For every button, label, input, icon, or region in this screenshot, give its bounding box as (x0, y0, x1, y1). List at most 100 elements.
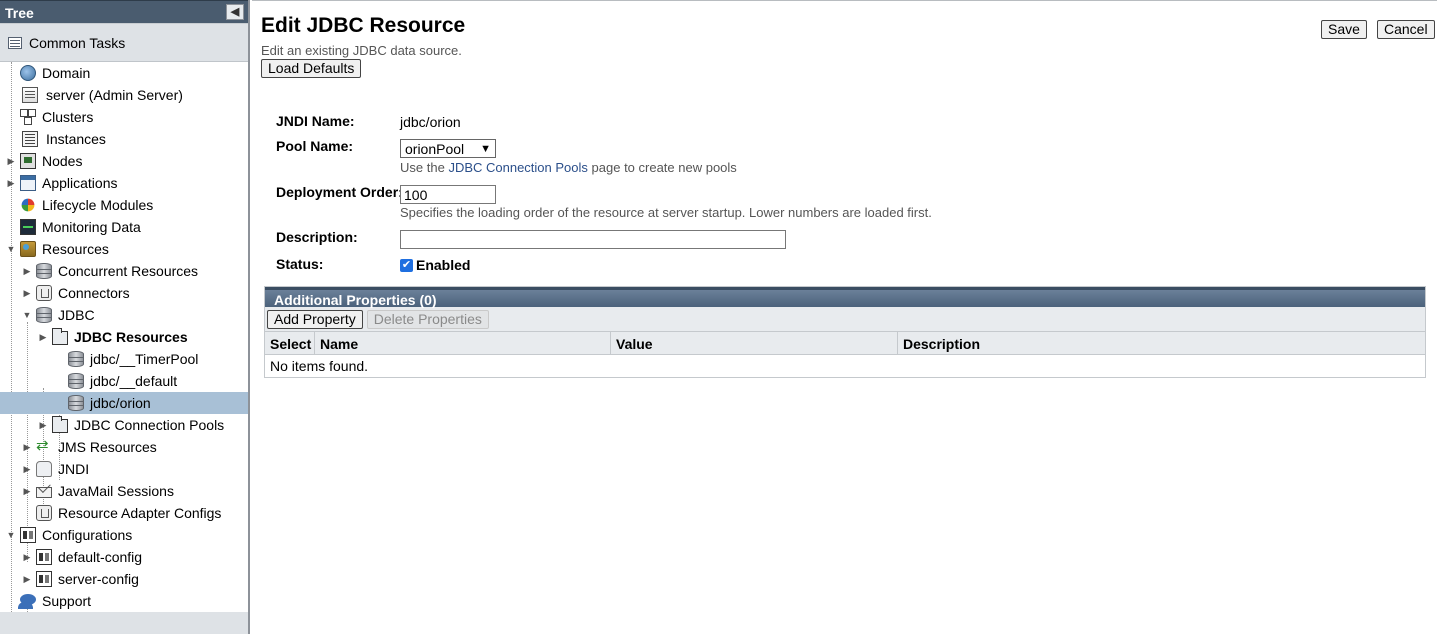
enabled-label: Enabled (416, 257, 471, 273)
mail-icon (36, 487, 52, 498)
cancel-button[interactable]: Cancel (1377, 20, 1435, 39)
resources-icon (20, 241, 36, 257)
tree-node-domain[interactable]: Domain (0, 62, 248, 84)
tree-node-server-config[interactable]: ▶ server-config (0, 568, 248, 590)
expand-icon[interactable]: ▶ (22, 574, 32, 585)
connector-icon (36, 505, 52, 521)
tree-node-instances[interactable]: Instances (0, 128, 248, 150)
expand-icon[interactable]: ▶ (38, 420, 48, 431)
collapse-icon[interactable]: ▼ (6, 530, 16, 540)
tree-node-default-config[interactable]: ▶ default-config (0, 546, 248, 568)
jms-icon (36, 436, 52, 455)
jndi-name-label: JNDI Name: (276, 113, 355, 129)
tree-node-label[interactable]: Monitoring Data (42, 219, 141, 235)
tree-node-label[interactable]: Instances (46, 131, 106, 147)
tree-node-label[interactable]: Nodes (42, 153, 82, 169)
tree-node-concurrent-resources[interactable]: ▶ Concurrent Resources (0, 260, 248, 282)
expand-icon[interactable]: ▶ (38, 332, 48, 343)
tree-node-label[interactable]: Connectors (58, 285, 130, 301)
column-header-description[interactable]: Description (898, 332, 1425, 354)
tree-node-clusters[interactable]: Clusters (0, 106, 248, 128)
tree-node-jms-resources[interactable]: ▶ JMS Resources (0, 436, 248, 458)
tree-node-support[interactable]: Support (0, 590, 248, 612)
checkmark-icon: ✔ (401, 259, 412, 271)
tree-node-resources[interactable]: ▼ Resources (0, 238, 248, 260)
deployment-order-input[interactable] (400, 185, 496, 204)
tree-node-connectors[interactable]: ▶ Connectors (0, 282, 248, 304)
database-icon (68, 373, 84, 389)
tree-node-label[interactable]: Configurations (42, 527, 132, 543)
tree-node-jdbc[interactable]: ▼ JDBC (0, 304, 248, 326)
tree-title: Tree (5, 5, 34, 21)
tree-node-label[interactable]: jdbc/__default (90, 373, 177, 389)
tree-node-monitoring-data[interactable]: Monitoring Data (0, 216, 248, 238)
expand-icon[interactable]: ▶ (22, 486, 32, 497)
tree-node-jndi[interactable]: ▶ JNDI (0, 458, 248, 480)
expand-icon[interactable]: ▶ (22, 288, 32, 299)
tree-node-javamail-sessions[interactable]: ▶ JavaMail Sessions (0, 480, 248, 502)
tree-node-label[interactable]: Lifecycle Modules (42, 197, 153, 213)
expand-icon[interactable]: ▶ (22, 552, 32, 563)
sidebar-footer (0, 612, 248, 634)
tree-node-label[interactable]: Domain (42, 65, 90, 81)
enabled-checkbox[interactable]: ✔ (400, 259, 413, 272)
monitor-icon (20, 219, 36, 235)
column-header-select[interactable]: Select (265, 332, 315, 354)
database-icon (68, 351, 84, 367)
tree-node-label[interactable]: server-config (58, 571, 139, 587)
tree-node-jdbc-resources[interactable]: ▶ JDBC Resources (0, 326, 248, 348)
tree-node-configurations[interactable]: ▼ Configurations (0, 524, 248, 546)
tree-node-label[interactable]: Resources (42, 241, 109, 257)
additional-properties-table: Additional Properties (0) Add Property D… (264, 286, 1426, 378)
tree-node-label[interactable]: jdbc/__TimerPool (90, 351, 198, 367)
expand-icon[interactable]: ▶ (6, 156, 16, 167)
collapse-icon[interactable]: ▼ (6, 244, 16, 254)
tree-node-jdbc-timerpool[interactable]: jdbc/__TimerPool (0, 348, 248, 370)
save-button[interactable]: Save (1321, 20, 1367, 39)
tree-node-label[interactable]: Clusters (42, 109, 93, 125)
tree-node-label[interactable]: JMS Resources (58, 439, 157, 455)
column-header-value[interactable]: Value (611, 332, 898, 354)
tree-node-jdbc-connection-pools[interactable]: ▶ JDBC Connection Pools (0, 414, 248, 436)
tree-node-lifecycle-modules[interactable]: Lifecycle Modules (0, 194, 248, 216)
jndi-name-value: jdbc/orion (400, 114, 461, 130)
tree-node-label[interactable]: Applications (42, 175, 118, 191)
tree-node-label[interactable]: JDBC (58, 307, 95, 323)
clusters-icon (20, 109, 36, 125)
instances-icon (22, 131, 38, 147)
sidebar: Tree ◀ Common Tasks Domain server (Admin… (0, 0, 250, 634)
tree-node-label[interactable]: jdbc/orion (90, 395, 151, 411)
tree-node-applications[interactable]: ▶ Applications (0, 172, 248, 194)
tree-node-server[interactable]: server (Admin Server) (0, 84, 248, 106)
load-defaults-button[interactable]: Load Defaults (261, 59, 362, 78)
add-property-button[interactable]: Add Property (267, 309, 363, 329)
chevron-down-icon: ▼ (480, 142, 491, 155)
jdbc-connection-pools-link[interactable]: JDBC Connection Pools (448, 160, 587, 175)
tree-node-resource-adapter-configs[interactable]: Resource Adapter Configs (0, 502, 248, 524)
globe-icon (20, 65, 36, 81)
tree-node-label[interactable]: Support (42, 593, 91, 609)
collapse-icon[interactable]: ▼ (22, 310, 32, 320)
expand-icon[interactable]: ▶ (6, 178, 16, 189)
expand-icon[interactable]: ▶ (22, 266, 32, 277)
tree-node-label[interactable]: default-config (58, 549, 142, 565)
common-tasks-link[interactable]: Common Tasks (0, 24, 248, 62)
expand-icon[interactable]: ▶ (22, 442, 32, 453)
tree-node-label[interactable]: server (Admin Server) (46, 87, 183, 103)
tree-node-nodes[interactable]: ▶ Nodes (0, 150, 248, 172)
pool-name-select[interactable]: orionPool ▼ (400, 139, 496, 158)
column-header-name[interactable]: Name (315, 332, 611, 354)
tree-node-label[interactable]: Concurrent Resources (58, 263, 198, 279)
collapse-sidebar-button[interactable]: ◀ (226, 4, 244, 20)
tree-node-jdbc-default[interactable]: jdbc/__default (0, 370, 248, 392)
tree-node-label[interactable]: JNDI (58, 461, 89, 477)
tree-node-label[interactable]: JDBC Connection Pools (74, 417, 224, 433)
properties-toolbar: Add Property Delete Properties (265, 307, 1425, 331)
description-input[interactable] (400, 230, 786, 249)
tree-node-label[interactable]: Resource Adapter Configs (58, 505, 221, 521)
tree-node-label[interactable]: JDBC Resources (74, 329, 188, 345)
tree-node-jdbc-orion[interactable]: jdbc/orion (0, 392, 248, 414)
delete-properties-button[interactable]: Delete Properties (366, 309, 489, 329)
expand-icon[interactable]: ▶ (22, 464, 32, 475)
tree-node-label[interactable]: JavaMail Sessions (58, 483, 174, 499)
